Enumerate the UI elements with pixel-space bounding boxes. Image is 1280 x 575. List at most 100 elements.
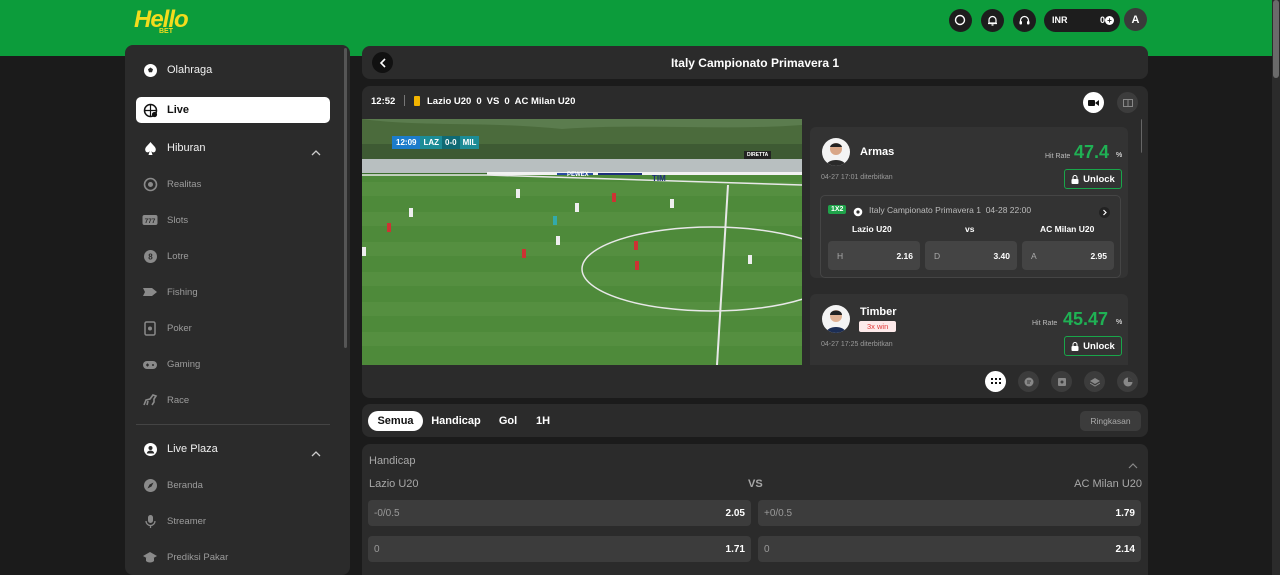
svg-text:777: 777 [145, 218, 156, 225]
match-panel: 12:52 Lazio U20 0 VS 0 AC Milan U20 12:0… [362, 86, 1148, 398]
tip-date: 04-27 17:25 diterbitkan [821, 341, 893, 348]
sidebar-item-slots[interactable]: 777 Slots [136, 207, 330, 233]
svg-text:8: 8 [148, 252, 153, 261]
wallet-balance[interactable]: INR 0 + [1044, 9, 1120, 32]
sidebar-item-prediksi-pakar[interactable]: Prediksi Pakar [136, 544, 330, 570]
sidebar-item-label: Live [167, 104, 190, 116]
match-info-bar: 12:52 Lazio U20 0 VS 0 AC Milan U20 [362, 86, 1148, 116]
sidebar-item-fishing[interactable]: Fishing [136, 279, 330, 305]
user-avatar[interactable]: A [1124, 8, 1147, 31]
poker-card-icon [142, 320, 158, 336]
chat-icon[interactable] [1018, 371, 1039, 392]
lock-icon [1071, 174, 1079, 184]
tab-handicap[interactable]: Handicap [428, 411, 484, 431]
sidebar-item-label: Hiburan [167, 142, 206, 154]
hit-rate-percent: % [1116, 152, 1123, 159]
market-badge: 1X2 [828, 205, 847, 214]
sidebar-item-race[interactable]: Race [136, 387, 330, 413]
page-scrollbar[interactable] [1272, 0, 1280, 575]
deposit-plus-icon[interactable]: + [1105, 16, 1114, 25]
vs-label: VS [748, 478, 763, 490]
headset-icon[interactable] [1013, 9, 1036, 32]
hit-rate-value: 45.47 [1063, 309, 1109, 329]
hit-rate-label: Hit Rate [1045, 153, 1071, 160]
sidebar-item-olahraga[interactable]: Olahraga [136, 57, 330, 83]
market-tabs: Semua Handicap Gol 1H Ringkasan [362, 404, 1148, 437]
odds-button-home[interactable]: H 2.16 [828, 241, 920, 270]
odds-button[interactable]: -0/0.5 2.05 [368, 500, 751, 526]
odds-value: 2.14 [1115, 544, 1135, 555]
chevron-right-icon[interactable] [1099, 205, 1110, 223]
odds-button-away[interactable]: A 2.95 [1022, 241, 1114, 270]
sidebar-item-hiburan[interactable]: Hiburan [136, 135, 330, 161]
hit-rate-percent: % [1116, 319, 1123, 326]
tab-gol[interactable]: Gol [494, 411, 522, 431]
tip-odds-box[interactable]: 1X2 Italy Campionato Primavera 1 04-28 2… [820, 195, 1121, 278]
ad-board-text: TIM [652, 174, 666, 183]
grid-icon[interactable] [985, 371, 1006, 392]
gamepad-icon [142, 356, 158, 372]
unlock-button[interactable]: Unlock [1064, 336, 1122, 356]
video-toggle-button[interactable] [1083, 92, 1104, 113]
sidebar-item-beranda[interactable]: Beranda [136, 472, 330, 498]
sidebar-item-live-plaza[interactable]: Live Plaza [136, 436, 330, 462]
away-score: 0 [504, 96, 510, 107]
home-team: Lazio U20 [427, 96, 472, 107]
hellobet-logo[interactable]: Hello BET [134, 6, 198, 36]
hit-rate-value: 47.4 [1074, 142, 1110, 162]
pie-chart-icon[interactable] [1117, 371, 1138, 392]
sidebar-item-lotre[interactable]: 8 Lotre [136, 243, 330, 269]
odds-button[interactable]: 0 1.71 [368, 536, 751, 562]
chevron-up-icon[interactable] [311, 143, 321, 161]
tip-card[interactable]: Timber 3x win 04-27 17:25 diterbitkan Hi… [810, 294, 1128, 365]
divider [404, 95, 405, 106]
compass-icon [142, 477, 158, 493]
fish-icon [142, 284, 158, 300]
tip-league: Italy Campionato Primavera 1 04-28 22:00 [869, 205, 1032, 215]
tip-home-team: Lazio U20 [852, 224, 892, 234]
scoreboard-overlay: 12:09 LAZ 0-0 MIL [392, 136, 480, 149]
layers-icon[interactable] [1084, 371, 1105, 392]
page-title: Italy Campionato Primavera 1 [670, 56, 840, 70]
chevron-up-icon[interactable] [311, 444, 321, 462]
sidebar-divider [136, 424, 330, 425]
away-team: AC Milan U20 [514, 96, 576, 107]
sidebar-item-label: Realitas [167, 178, 202, 190]
handicap-line: 0 [764, 544, 770, 555]
summary-button[interactable]: Ringkasan [1080, 411, 1141, 431]
sidebar-item-live[interactable]: Live [136, 97, 330, 123]
expert-tips-list: Armas 04-27 17:01 diterbitkan Hit Rate 4… [808, 119, 1142, 365]
tip-card[interactable]: Armas 04-27 17:01 diterbitkan Hit Rate 4… [810, 127, 1128, 278]
sidebar-item-label: Lotre [167, 250, 189, 262]
unlock-button[interactable]: Unlock [1064, 169, 1122, 189]
vs-label: VS [486, 96, 500, 107]
sidebar-item-streamer[interactable]: Streamer [136, 508, 330, 534]
odds-button[interactable]: +0/0.5 1.79 [758, 500, 1141, 526]
live-globe-icon [142, 102, 158, 118]
yellow-card-icon [414, 96, 420, 106]
unlock-label: Unlock [1083, 173, 1115, 185]
tab-1h[interactable]: 1H [530, 411, 556, 431]
tipster-avatar [822, 138, 850, 166]
streak-badge: 3x win [859, 321, 897, 332]
bell-icon[interactable] [981, 9, 1004, 32]
tab-semua[interactable]: Semua [368, 411, 423, 431]
lineup-icon[interactable] [1051, 371, 1072, 392]
sidebar-scrollbar[interactable] [344, 48, 347, 348]
sidebar-item-realitas[interactable]: Realitas [136, 171, 330, 197]
match-scoreline: Lazio U20 0 VS 0 AC Milan U20 [427, 96, 575, 107]
handicap-line: +0/0.5 [764, 508, 793, 519]
search-icon[interactable] [949, 9, 972, 32]
live-video-player[interactable]: 12:09 LAZ 0-0 MIL PEWEX TIM DIRETTA [362, 119, 802, 365]
sidebar-item-poker[interactable]: Poker [136, 315, 330, 341]
odds-value: 1.79 [1115, 508, 1135, 519]
home-team: Lazio U20 [369, 478, 419, 490]
chevron-up-icon[interactable] [1128, 456, 1138, 474]
odds-button-draw[interactable]: D 3.40 [925, 241, 1017, 270]
tips-scrollbar[interactable] [1141, 119, 1142, 153]
handicap-line: -0/0.5 [374, 508, 400, 519]
odds-button[interactable]: 0 2.14 [758, 536, 1141, 562]
sidebar-item-label: Poker [167, 322, 192, 334]
field-view-button[interactable] [1117, 92, 1138, 113]
sidebar-item-gaming[interactable]: Gaming [136, 351, 330, 377]
